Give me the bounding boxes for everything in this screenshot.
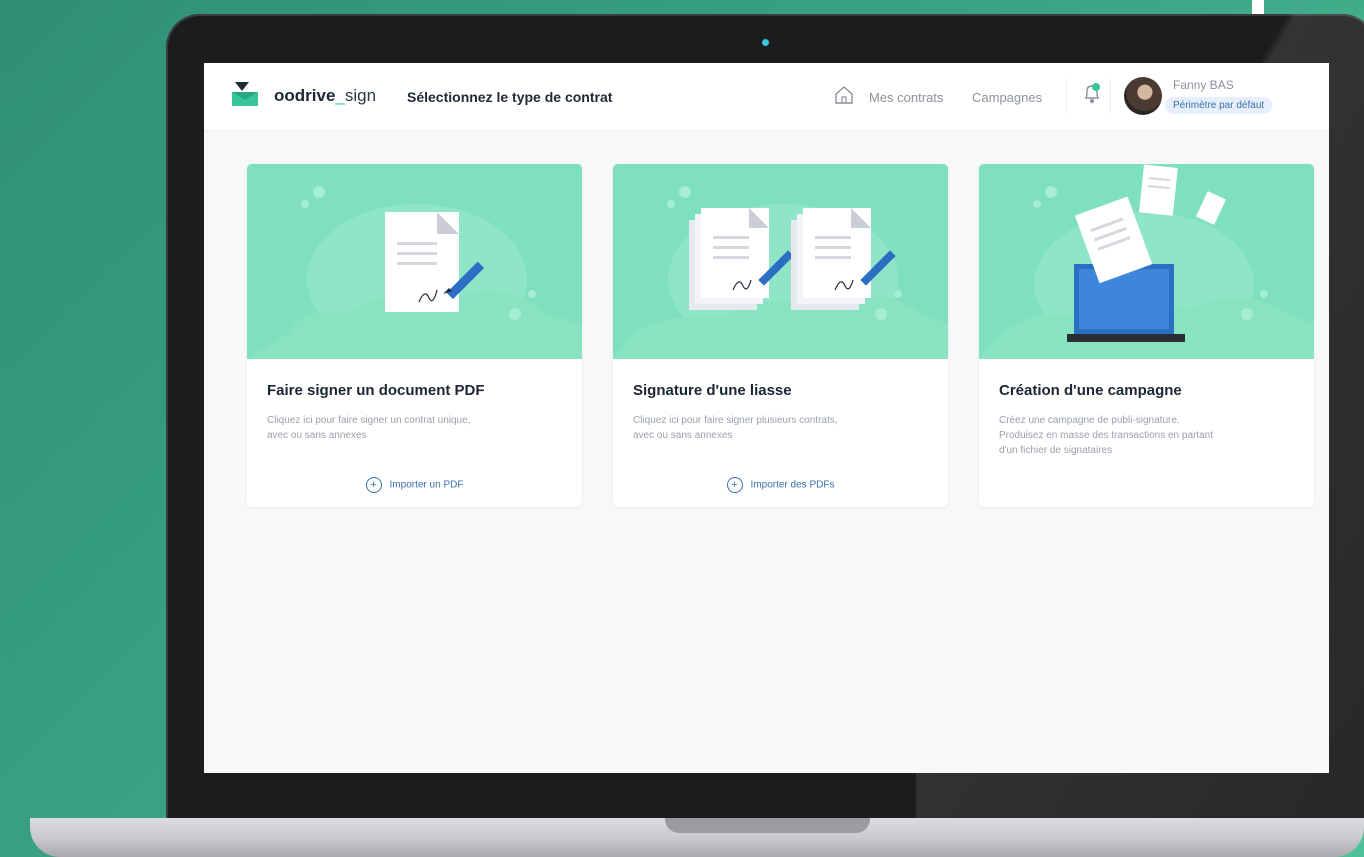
app-screen: oodrive_sign Sélectionnez le type de con… (204, 63, 1329, 773)
card-description-line: Créez une campagne de publi-signature. (999, 415, 1180, 426)
nav-campagnes[interactable]: Campagnes (972, 90, 1042, 105)
plus-circle-icon: + (726, 477, 743, 493)
header-divider (1066, 79, 1067, 113)
card-sign-bundle[interactable]: Signature d'une liasse Cliquez ici pour … (613, 164, 948, 507)
card-description-line: Cliquez ici pour faire signer plusieurs … (633, 415, 838, 426)
oodrive-logo-icon[interactable] (232, 81, 258, 107)
import-pdf-button[interactable]: + Importer un PDF (247, 477, 582, 493)
import-pdfs-label: Importer des PDFs (750, 479, 835, 491)
card-create-campaign[interactable]: Création d'une campagne Créez une campag… (979, 164, 1314, 507)
sign-document-illustration (247, 164, 582, 359)
card-description-line: d'un fichier de signataires (999, 445, 1113, 456)
bell-icon[interactable] (1081, 81, 1103, 105)
card-description: Cliquez ici pour faire signer un contrat… (267, 413, 547, 443)
user-name[interactable]: Fanny BAS (1173, 78, 1234, 92)
nav-mes-contrats[interactable]: Mes contrats (869, 90, 943, 105)
import-pdfs-button[interactable]: + Importer des PDFs (613, 477, 948, 493)
app-header: oodrive_sign Sélectionnez le type de con… (204, 63, 1329, 131)
card-title: Faire signer un document PDF (267, 382, 485, 399)
page-title: Sélectionnez le type de contrat (407, 89, 613, 105)
brand-main: oodrive (274, 86, 336, 105)
import-pdf-label: Importer un PDF (389, 479, 464, 491)
card-description-line: Produisez en masse des transactions en p… (999, 430, 1214, 441)
card-description-line: avec ou sans annexes (267, 430, 367, 441)
background-edge (1252, 0, 1264, 14)
plus-circle-icon: + (365, 477, 382, 493)
brand-separator: _ (335, 86, 345, 105)
brand-name[interactable]: oodrive_sign (274, 86, 376, 106)
card-sign-pdf[interactable]: Faire signer un document PDF Cliquez ici… (247, 164, 582, 507)
brand-sub: sign (344, 86, 377, 105)
home-icon[interactable] (833, 84, 855, 106)
campaign-illustration (979, 164, 1314, 359)
card-description-line: avec ou sans annexes (633, 430, 733, 441)
card-description: Cliquez ici pour faire signer plusieurs … (633, 413, 913, 443)
webcam (762, 39, 769, 46)
header-divider (1110, 79, 1111, 113)
card-title: Création d'une campagne (999, 382, 1182, 399)
avatar[interactable] (1124, 77, 1162, 115)
laptop-base-notch (665, 818, 870, 833)
perimeter-badge[interactable]: Périmètre par défaut (1165, 97, 1273, 114)
card-description: Créez une campagne de publi-signature. P… (999, 413, 1279, 458)
sign-bundle-illustration (613, 164, 948, 359)
card-title: Signature d'une liasse (633, 382, 792, 399)
card-description-line: Cliquez ici pour faire signer un contrat… (267, 415, 471, 426)
